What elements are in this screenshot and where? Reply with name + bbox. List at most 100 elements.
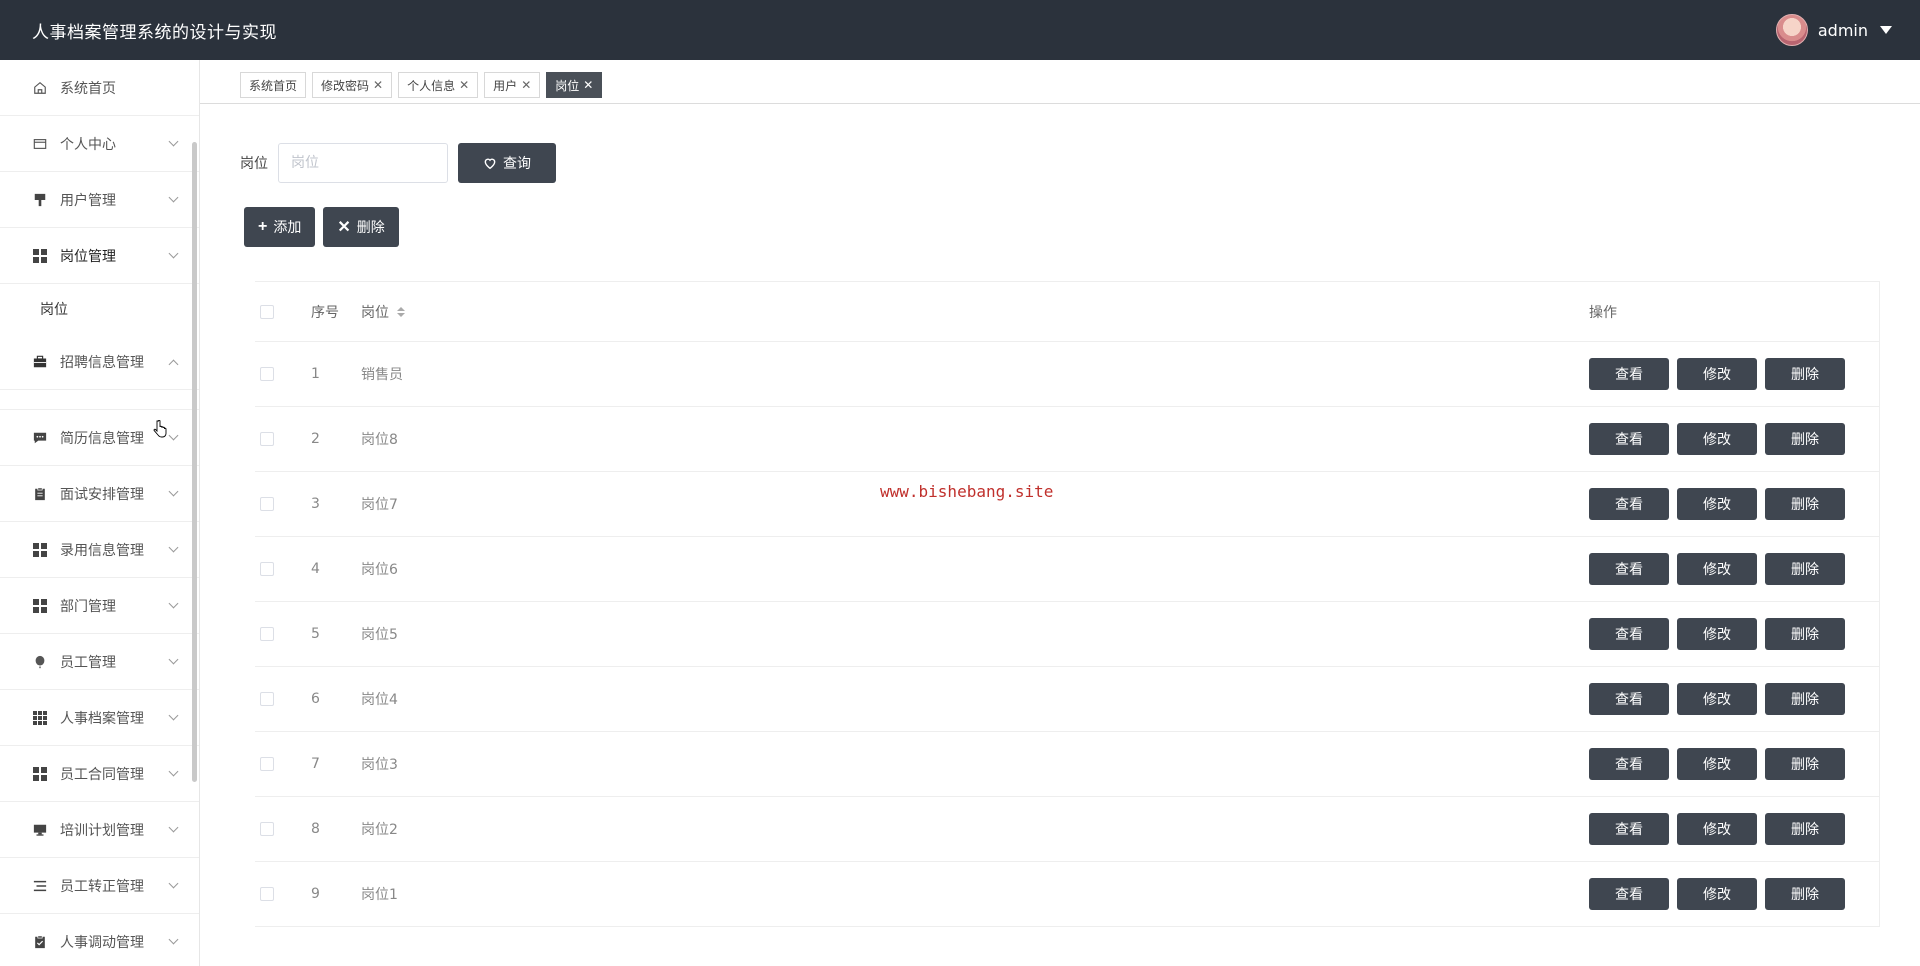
row-index: 2 xyxy=(311,431,320,447)
sort-icon[interactable] xyxy=(397,306,405,317)
row-checkbox[interactable] xyxy=(260,432,274,446)
query-button[interactable]: 查询 xyxy=(458,143,556,183)
row-ops: 查看 修改 删除 xyxy=(1589,358,1879,390)
view-button[interactable]: 查看 xyxy=(1589,358,1669,390)
close-icon[interactable]: ✕ xyxy=(459,78,469,92)
row-delete-button[interactable]: 删除 xyxy=(1765,748,1845,780)
row-delete-button[interactable]: 删除 xyxy=(1765,683,1845,715)
chevron-down-icon xyxy=(168,598,179,609)
edit-button[interactable]: 修改 xyxy=(1677,488,1757,520)
close-icon[interactable]: ✕ xyxy=(521,78,531,92)
sidebar-scrollbar[interactable] xyxy=(192,142,197,782)
view-button[interactable]: 查看 xyxy=(1589,618,1669,650)
sidebar-item-0[interactable]: 系统首页 xyxy=(0,60,199,116)
tab-label: 岗位 xyxy=(555,78,580,93)
row-name: 岗位5 xyxy=(361,627,398,643)
edit-button[interactable]: 修改 xyxy=(1677,748,1757,780)
row-checkbox[interactable] xyxy=(260,887,274,901)
sidebar-item-14[interactable]: 人事调动管理 xyxy=(0,914,199,966)
row-index: 6 xyxy=(311,691,320,707)
plus-icon: + xyxy=(258,218,268,235)
row-index: 8 xyxy=(311,821,320,837)
row-checkbox[interactable] xyxy=(260,497,274,511)
row-checkbox[interactable] xyxy=(260,757,274,771)
query-button-label: 查询 xyxy=(503,155,531,171)
edit-button[interactable]: 修改 xyxy=(1677,553,1757,585)
view-button[interactable]: 查看 xyxy=(1589,813,1669,845)
row-delete-button[interactable]: 删除 xyxy=(1765,488,1845,520)
brush-icon xyxy=(32,192,48,208)
sidebar-item-6[interactable]: 面试安排管理 xyxy=(0,466,199,522)
grid-icon xyxy=(32,766,48,782)
header-name[interactable]: 岗位 xyxy=(361,302,1589,322)
submenu-item[interactable]: 岗位 xyxy=(0,284,199,334)
wallet-icon xyxy=(32,136,48,152)
tab-3[interactable]: 用户 ✕ xyxy=(484,72,541,98)
row-delete-button[interactable]: 删除 xyxy=(1765,423,1845,455)
sidebar-item-label: 员工转正管理 xyxy=(60,878,144,895)
add-button[interactable]: + 添加 xyxy=(244,207,316,247)
user-menu[interactable]: admin xyxy=(1775,14,1892,46)
view-button[interactable]: 查看 xyxy=(1589,878,1669,910)
chevron-down-icon xyxy=(168,654,179,665)
row-checkbox[interactable] xyxy=(260,627,274,641)
row-name: 岗位6 xyxy=(361,562,398,578)
sidebar-item-12[interactable]: 培训计划管理 xyxy=(0,802,199,858)
sidebar-item-13[interactable]: 员工转正管理 xyxy=(0,858,199,914)
sidebar-item-5[interactable]: 简历信息管理 xyxy=(0,410,199,466)
sidebar-item-11[interactable]: 员工合同管理 xyxy=(0,746,199,802)
sidebar-item-10[interactable]: 人事档案管理 xyxy=(0,690,199,746)
caret-down-icon[interactable] xyxy=(1880,26,1892,34)
view-button[interactable]: 查看 xyxy=(1589,748,1669,780)
sidebar-item-1[interactable]: 个人中心 xyxy=(0,116,199,172)
view-button[interactable]: 查看 xyxy=(1589,553,1669,585)
sidebar-item-9[interactable]: 员工管理 xyxy=(0,634,199,690)
header-ops: 操作 xyxy=(1589,304,1617,321)
row-delete-button[interactable]: 删除 xyxy=(1765,618,1845,650)
row-ops: 查看 修改 删除 xyxy=(1589,618,1879,650)
edit-button[interactable]: 修改 xyxy=(1677,618,1757,650)
avatar[interactable] xyxy=(1775,14,1808,46)
row-checkbox[interactable] xyxy=(260,367,274,381)
view-button[interactable]: 查看 xyxy=(1589,488,1669,520)
tab-2[interactable]: 个人信息 ✕ xyxy=(398,72,479,98)
header-name-label: 岗位 xyxy=(361,304,389,321)
row-checkbox[interactable] xyxy=(260,822,274,836)
select-all-checkbox[interactable] xyxy=(260,304,274,319)
row-checkbox[interactable] xyxy=(260,562,274,576)
row-delete-button[interactable]: 删除 xyxy=(1765,878,1845,910)
tab-1[interactable]: 修改密码 ✕ xyxy=(312,72,393,98)
table-row: 7 岗位3 查看 修改 删除 xyxy=(255,732,1879,797)
delete-button[interactable]: ✕ 删除 xyxy=(323,207,399,247)
sidebar-item-8[interactable]: 部门管理 xyxy=(0,578,199,634)
sidebar-item-label: 员工合同管理 xyxy=(60,766,144,783)
row-checkbox[interactable] xyxy=(260,692,274,706)
table-header: 序号 岗位 操作 xyxy=(255,282,1879,342)
view-button[interactable]: 查看 xyxy=(1589,683,1669,715)
edit-button[interactable]: 修改 xyxy=(1677,423,1757,455)
sidebar-item-label: 简历信息管理 xyxy=(60,430,144,447)
edit-button[interactable]: 修改 xyxy=(1677,813,1757,845)
close-icon[interactable]: ✕ xyxy=(373,78,383,92)
close-icon[interactable]: ✕ xyxy=(583,78,593,92)
username[interactable]: admin xyxy=(1818,21,1868,40)
table-row: 9 岗位1 查看 修改 删除 xyxy=(255,862,1879,927)
sidebar-item-2[interactable]: 用户管理 xyxy=(0,172,199,228)
sidebar-item-7[interactable]: 录用信息管理 xyxy=(0,522,199,578)
row-index: 4 xyxy=(311,561,320,577)
edit-button[interactable]: 修改 xyxy=(1677,358,1757,390)
tab-4[interactable]: 岗位 ✕ xyxy=(546,72,603,98)
sidebar-item-3[interactable]: 岗位管理 xyxy=(0,228,199,284)
tab-0[interactable]: 系统首页 xyxy=(240,72,307,98)
edit-button[interactable]: 修改 xyxy=(1677,878,1757,910)
row-delete-button[interactable]: 删除 xyxy=(1765,553,1845,585)
chat-icon xyxy=(32,430,48,446)
sidebar-item-label: 人事档案管理 xyxy=(60,710,144,727)
row-delete-button[interactable]: 删除 xyxy=(1765,813,1845,845)
row-delete-button[interactable]: 删除 xyxy=(1765,358,1845,390)
sidebar-item-4[interactable]: 招聘信息管理 xyxy=(0,334,199,390)
view-button[interactable]: 查看 xyxy=(1589,423,1669,455)
search-input[interactable] xyxy=(278,143,448,183)
sidebar-item-label: 用户管理 xyxy=(60,192,116,209)
edit-button[interactable]: 修改 xyxy=(1677,683,1757,715)
